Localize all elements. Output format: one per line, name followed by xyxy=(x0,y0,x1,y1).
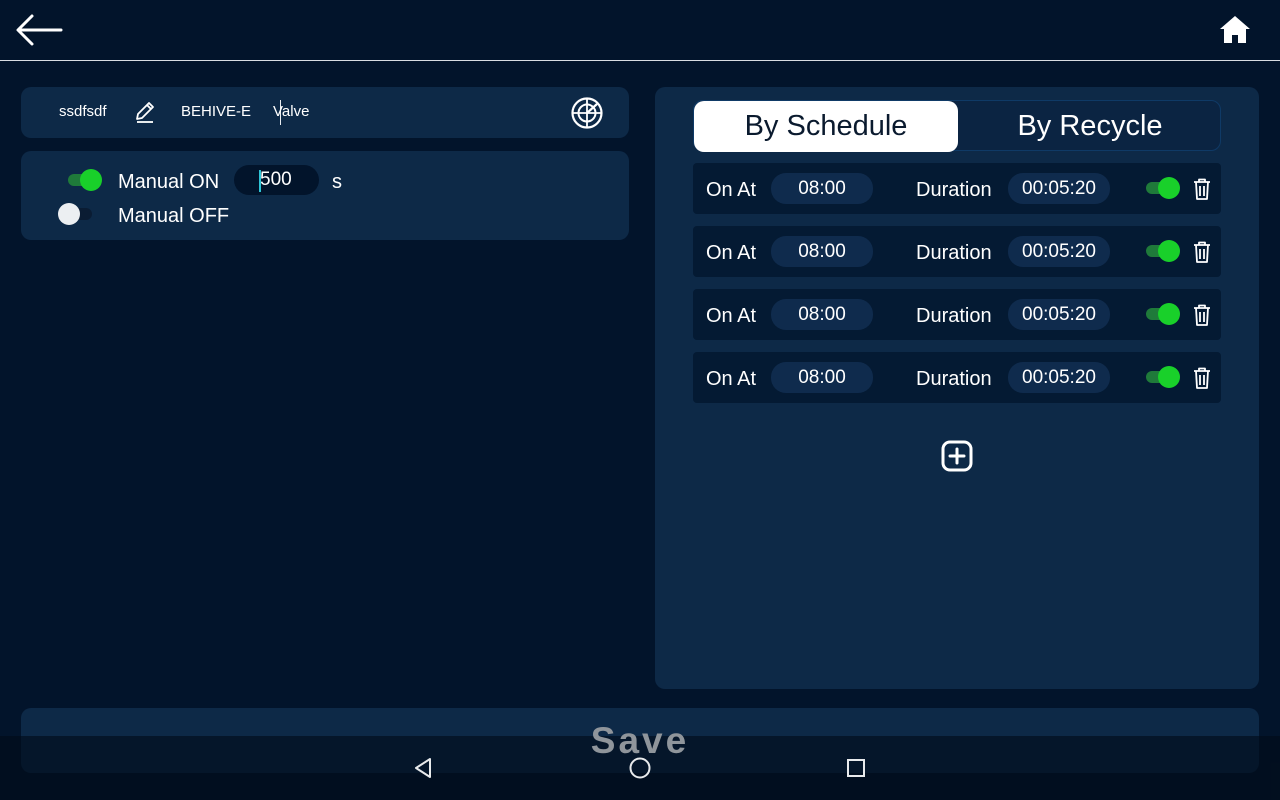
square-recents-icon xyxy=(847,759,865,777)
delete-schedule-button[interactable] xyxy=(1191,240,1213,264)
on-time-field[interactable]: 08:00 xyxy=(771,236,873,267)
delete-schedule-button[interactable] xyxy=(1191,303,1213,327)
duration-label: Duration xyxy=(916,305,992,327)
manual-on-toggle[interactable] xyxy=(66,168,102,192)
mode-segmented-control: By Schedule By Recycle xyxy=(693,100,1222,152)
duration-field[interactable]: 00:05:20 xyxy=(1008,236,1110,267)
seconds-unit-label: s xyxy=(332,171,342,193)
system-home-button[interactable] xyxy=(626,754,654,782)
on-at-label: On At xyxy=(706,242,757,264)
schedule-row: On At 08:00 Duration 00:05:20 xyxy=(693,226,1221,277)
trash-icon xyxy=(1194,304,1210,326)
trash-icon xyxy=(1194,367,1210,389)
system-back-button[interactable] xyxy=(410,754,438,782)
duration-label: Duration xyxy=(916,368,992,390)
on-time-field[interactable]: 08:00 xyxy=(771,362,873,393)
schedule-row: On At 08:00 Duration 00:05:20 xyxy=(693,163,1221,214)
device-info-bar: ssdfsdf BEHIVE-E Valve xyxy=(21,87,629,138)
manual-seconds-input[interactable] xyxy=(234,165,319,195)
device-name: ssdfsdf xyxy=(59,103,107,120)
arrow-left-icon xyxy=(16,14,63,46)
duration-field[interactable]: 00:05:20 xyxy=(1008,362,1110,393)
locate-device-button[interactable] xyxy=(570,96,604,130)
on-time-field[interactable]: 08:00 xyxy=(771,173,873,204)
on-at-label: On At xyxy=(706,179,757,201)
schedule-enable-toggle[interactable] xyxy=(1144,176,1180,200)
triangle-back-icon xyxy=(415,758,431,778)
schedule-enable-toggle[interactable] xyxy=(1144,239,1180,263)
duration-field[interactable]: 00:05:20 xyxy=(1008,299,1110,330)
home-button[interactable] xyxy=(1216,12,1254,48)
on-at-label: On At xyxy=(706,305,757,327)
schedule-row: On At 08:00 Duration 00:05:20 xyxy=(693,352,1221,403)
device-model: BEHIVE-E xyxy=(181,103,252,120)
manual-on-label: Manual ON xyxy=(118,171,220,193)
radar-icon xyxy=(571,97,603,129)
back-button[interactable] xyxy=(14,12,64,48)
delete-schedule-button[interactable] xyxy=(1191,177,1213,201)
edit-name-button[interactable] xyxy=(134,100,156,124)
on-at-label: On At xyxy=(706,368,757,390)
add-schedule-button[interactable] xyxy=(941,440,973,472)
trash-icon xyxy=(1194,178,1210,200)
schedule-enable-toggle[interactable] xyxy=(1144,365,1180,389)
manual-off-toggle[interactable] xyxy=(58,202,94,226)
device-type: Valve xyxy=(273,103,310,120)
on-time-field[interactable]: 08:00 xyxy=(771,299,873,330)
text-cursor xyxy=(259,170,261,192)
trash-icon xyxy=(1194,241,1210,263)
pencil-icon xyxy=(136,102,154,123)
header-divider xyxy=(0,60,1280,61)
tab-by-recycle[interactable]: By Recycle xyxy=(958,101,1222,152)
top-bar xyxy=(0,0,1280,61)
plus-square-icon xyxy=(941,440,973,472)
delete-schedule-button[interactable] xyxy=(1191,366,1213,390)
circle-home-icon xyxy=(629,757,651,779)
tab-by-schedule[interactable]: By Schedule xyxy=(694,101,958,152)
manual-off-label: Manual OFF xyxy=(118,205,230,227)
schedule-row: On At 08:00 Duration 00:05:20 xyxy=(693,289,1221,340)
home-icon xyxy=(1220,16,1250,43)
duration-label: Duration xyxy=(916,242,992,264)
manual-control-panel xyxy=(21,151,629,240)
duration-label: Duration xyxy=(916,179,992,201)
duration-field[interactable]: 00:05:20 xyxy=(1008,173,1110,204)
schedule-enable-toggle[interactable] xyxy=(1144,302,1180,326)
system-recents-button[interactable] xyxy=(842,754,870,782)
